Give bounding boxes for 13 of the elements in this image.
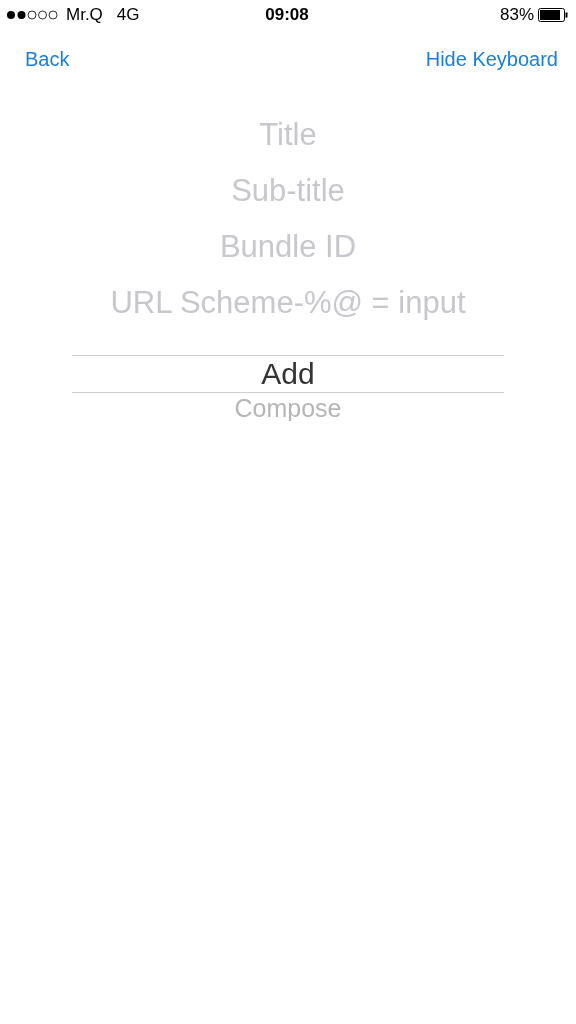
hide-keyboard-button[interactable]: Hide Keyboard	[425, 48, 558, 71]
back-button[interactable]: Back	[25, 48, 70, 71]
clock-time: 09:08	[265, 5, 309, 25]
battery-icon	[538, 8, 568, 22]
text-field[interactable]: Title	[38, 115, 538, 155]
text-field[interactable]: Sub-title	[38, 171, 538, 211]
text-field[interactable]: Bundle ID	[38, 227, 538, 267]
battery-percent: 83%	[500, 5, 534, 25]
carrier-name: Mr.Q	[66, 5, 103, 25]
signal-icon	[6, 10, 58, 20]
network-type: 4G	[116, 5, 140, 25]
picker-option[interactable]: Add	[72, 355, 504, 393]
text-field[interactable]: URL Scheme-%@ = input	[38, 283, 538, 323]
